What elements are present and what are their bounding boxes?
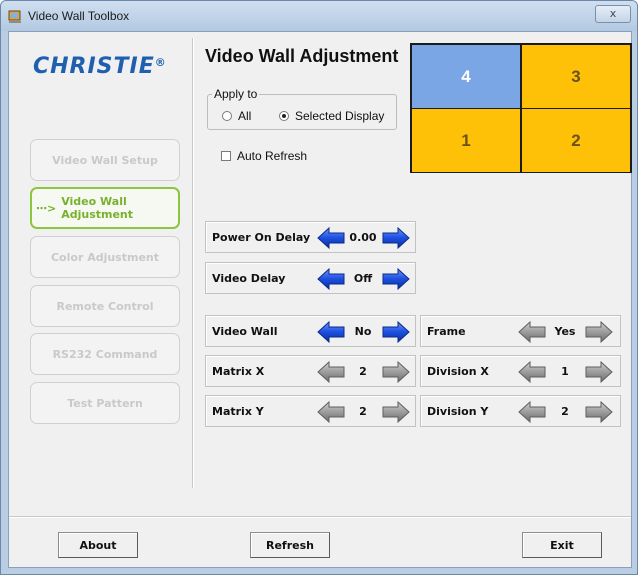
- video-delay-row: Video Delay Off: [205, 262, 416, 294]
- power-on-delay-label: Power On Delay: [212, 231, 311, 244]
- client-area: CHRISTIE® Video Wall Setup ⋯> Video Wall…: [8, 31, 632, 568]
- footer-divider: [9, 516, 631, 518]
- video-delay-label: Video Delay: [212, 272, 286, 285]
- nav-label-line1: Video Wall: [61, 195, 127, 208]
- title-bar: Video Wall Toolbox x: [1, 1, 637, 31]
- arrow-right-icon: [382, 361, 410, 383]
- matrix-x-label: Matrix X: [212, 365, 265, 378]
- cell-number: 4: [461, 66, 471, 86]
- radio-selected-display[interactable]: Selected Display: [279, 109, 384, 123]
- registered-mark: ®: [154, 56, 167, 69]
- video-wall-grid: 4 3 1 2: [410, 43, 632, 173]
- checkbox-icon: [221, 151, 231, 161]
- division-y-value: 2: [561, 405, 569, 418]
- matrix-y-value: 2: [359, 405, 367, 418]
- arrow-left-icon[interactable]: [317, 227, 345, 249]
- wall-cell-4[interactable]: 4: [412, 45, 520, 108]
- arrow-right-icon[interactable]: [382, 321, 410, 343]
- division-y-label: Division Y: [427, 405, 489, 418]
- page-title: Video Wall Adjustment: [205, 46, 399, 66]
- matrix-x-value: 2: [359, 365, 367, 378]
- auto-refresh-label: Auto Refresh: [237, 149, 308, 163]
- nav-label-line2: Adjustment: [61, 208, 134, 221]
- wall-cell-1[interactable]: 1: [412, 109, 520, 172]
- dotted-arrow-icon: ⋯>: [36, 201, 57, 215]
- radio-selected-icon: [279, 111, 289, 121]
- nav-test-pattern: Test Pattern: [30, 382, 180, 424]
- about-button[interactable]: About: [58, 532, 138, 558]
- frame-label: Frame: [427, 325, 466, 338]
- wall-cell-2[interactable]: 2: [522, 109, 630, 172]
- arrow-left-icon: [518, 401, 546, 423]
- arrow-right-icon: [585, 361, 613, 383]
- arrow-right-icon: [585, 401, 613, 423]
- video-wall-row: Video Wall No: [205, 315, 416, 347]
- exit-button[interactable]: Exit: [522, 532, 602, 558]
- power-on-delay-value: 0.00: [349, 231, 377, 244]
- nav-video-wall-adjustment[interactable]: ⋯> Video Wall Adjustment: [30, 187, 180, 229]
- video-wall-label: Video Wall: [212, 325, 278, 338]
- division-y-row: Division Y 2: [420, 395, 621, 427]
- division-x-row: Division X 1: [420, 355, 621, 387]
- video-delay-value: Off: [353, 272, 373, 285]
- arrow-left-icon: [317, 361, 345, 383]
- apply-to-label: Apply to: [212, 87, 260, 101]
- nav-label: Remote Control: [56, 299, 154, 313]
- nav-label: Video Wall Adjustment: [61, 195, 133, 221]
- video-wall-value: No: [354, 325, 372, 338]
- refresh-label: Refresh: [266, 538, 314, 552]
- auto-refresh-checkbox[interactable]: Auto Refresh: [221, 149, 307, 163]
- nav-rs232-command: RS232 Command: [30, 333, 180, 375]
- christie-logo: CHRISTIE®: [33, 54, 167, 79]
- division-x-value: 1: [561, 365, 569, 378]
- nav-label: Video Wall Setup: [52, 153, 158, 167]
- nav-color-adjustment: Color Adjustment: [30, 236, 180, 278]
- exit-label: Exit: [550, 538, 574, 552]
- arrow-left-icon[interactable]: [317, 268, 345, 290]
- frame-value: Yes: [554, 325, 576, 338]
- cell-number: 3: [571, 66, 581, 86]
- logo-text: CHRISTIE: [33, 54, 155, 79]
- nav-label: Color Adjustment: [50, 250, 160, 264]
- matrix-y-row: Matrix Y 2: [205, 395, 416, 427]
- nav-remote-control: Remote Control: [30, 285, 180, 327]
- matrix-y-label: Matrix Y: [212, 405, 264, 418]
- window-title: Video Wall Toolbox: [28, 9, 130, 23]
- arrow-right-icon[interactable]: [382, 268, 410, 290]
- wall-cell-3[interactable]: 3: [522, 45, 630, 108]
- arrow-right-icon[interactable]: [382, 227, 410, 249]
- nav-label: Test Pattern: [67, 396, 143, 410]
- matrix-x-row: Matrix X 2: [205, 355, 416, 387]
- radio-all[interactable]: All: [222, 109, 251, 123]
- radio-all-label: All: [238, 109, 252, 123]
- division-x-label: Division X: [427, 365, 489, 378]
- radio-selected-label: Selected Display: [295, 109, 385, 123]
- power-on-delay-row: Power On Delay 0.00: [205, 221, 416, 253]
- about-label: About: [79, 538, 117, 552]
- arrow-right-icon: [382, 401, 410, 423]
- arrow-left-icon: [317, 401, 345, 423]
- close-button[interactable]: x: [595, 5, 631, 23]
- nav-label: RS232 Command: [52, 347, 158, 361]
- cell-number: 2: [571, 130, 581, 150]
- refresh-button[interactable]: Refresh: [250, 532, 330, 558]
- app-icon: [8, 10, 21, 23]
- vertical-divider: [192, 38, 194, 488]
- radio-all-icon: [222, 111, 232, 121]
- arrow-left-icon: [518, 361, 546, 383]
- close-icon: x: [609, 7, 617, 20]
- cell-number: 1: [461, 130, 471, 150]
- app-window: Video Wall Toolbox x CHRISTIE® Video Wal…: [0, 0, 638, 575]
- arrow-right-icon: [585, 321, 613, 343]
- arrow-left-icon: [518, 321, 546, 343]
- frame-row: Frame Yes: [420, 315, 621, 347]
- arrow-left-icon[interactable]: [317, 321, 345, 343]
- nav-video-wall-setup: Video Wall Setup: [30, 139, 180, 181]
